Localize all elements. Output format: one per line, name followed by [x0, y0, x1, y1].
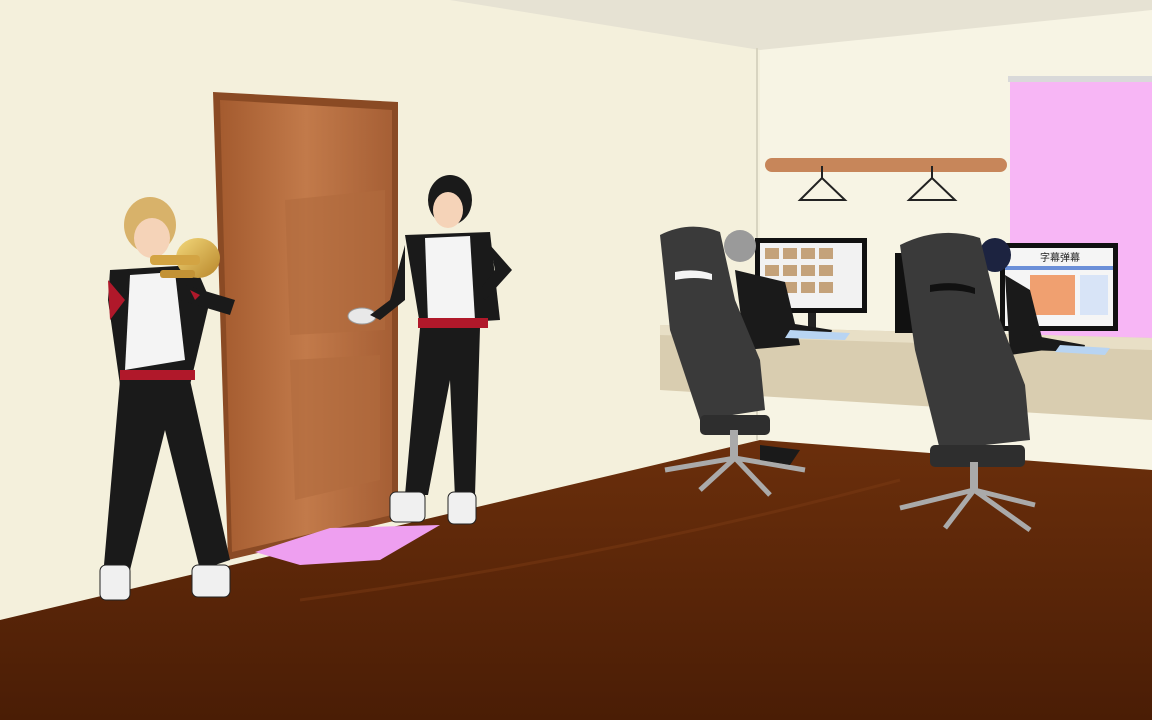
room-scene: 字幕弹幕 — [0, 0, 1152, 720]
door-handle[interactable] — [347, 307, 377, 325]
door[interactable] — [213, 92, 398, 560]
monitor-right-header-text: 字幕弹幕 — [1040, 251, 1080, 264]
